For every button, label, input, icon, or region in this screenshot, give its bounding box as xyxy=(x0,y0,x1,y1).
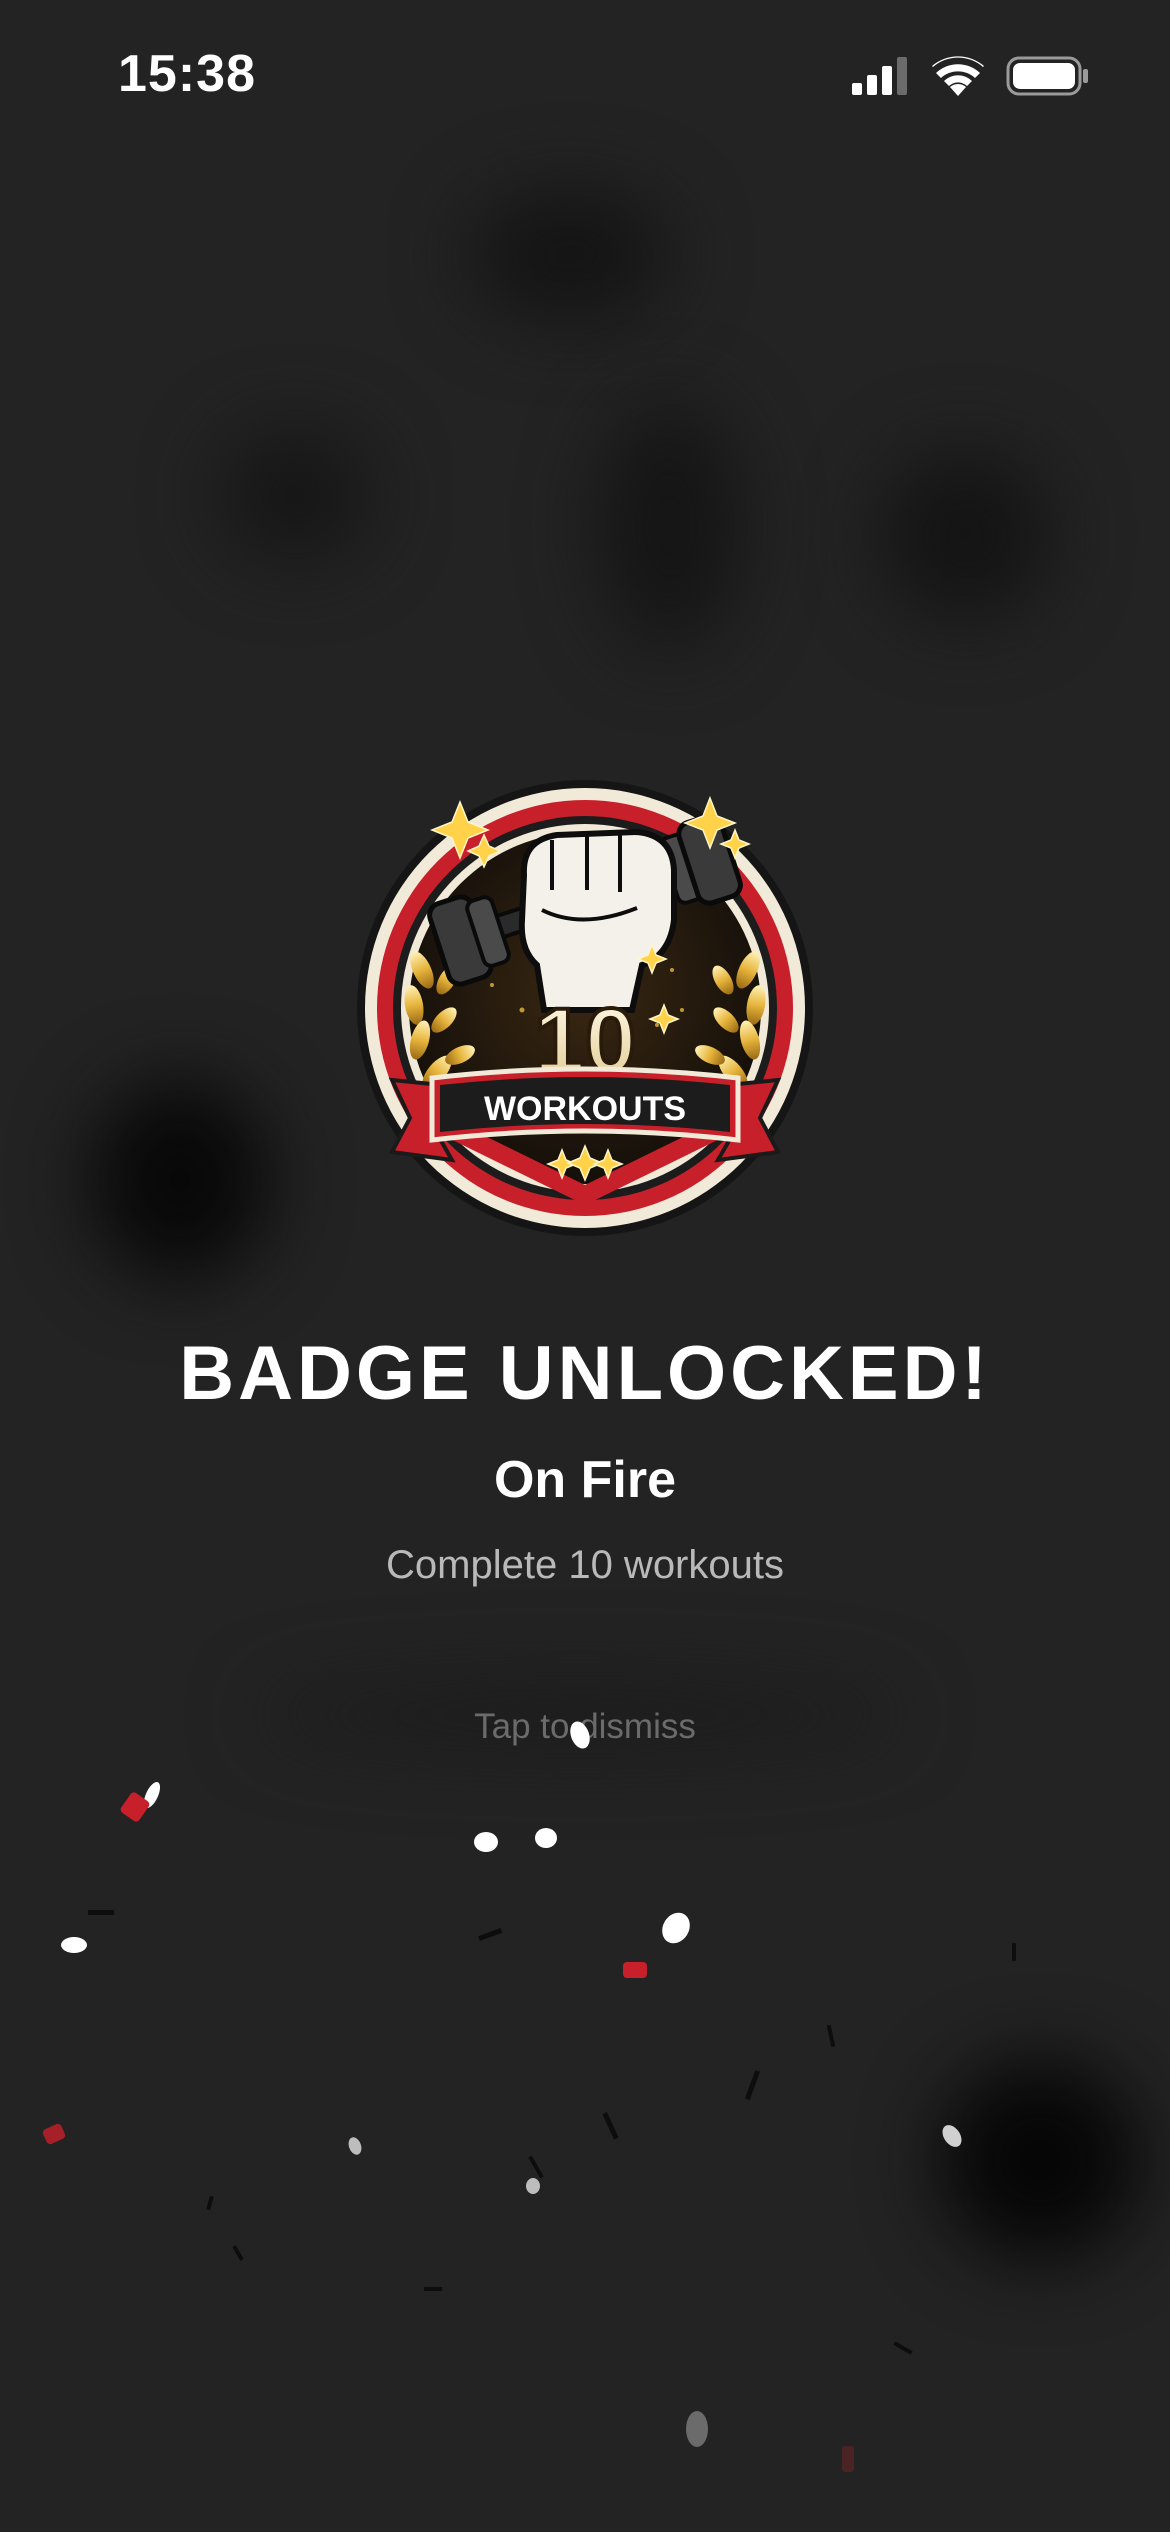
confetti-piece xyxy=(826,2024,836,2048)
confetti-piece xyxy=(474,1832,498,1852)
confetti-piece xyxy=(686,2411,708,2447)
status-icons xyxy=(852,54,1090,102)
confetti-piece xyxy=(1012,1943,1016,1961)
confetti-piece xyxy=(535,1828,557,1848)
background-blur xyxy=(940,2060,1140,2260)
confetti-piece xyxy=(528,2155,544,2179)
confetti-pieces xyxy=(42,1721,1016,2472)
cellular-signal-icon xyxy=(852,56,910,100)
background-blur xyxy=(880,450,1050,620)
confetti-piece xyxy=(143,1782,161,1808)
dumbbell-fist-badge-icon: 10 WORKOUTS xyxy=(357,780,813,1236)
confetti-piece xyxy=(526,2178,540,2194)
background-blur xyxy=(470,190,670,320)
confetti-piece xyxy=(42,2123,66,2145)
confetti-piece xyxy=(88,1910,114,1915)
badge-name: On Fire xyxy=(493,1451,677,1509)
status-time: 15:38 xyxy=(118,45,256,103)
confetti-piece xyxy=(206,2195,214,2211)
badge-unlocked-title: BADGE UNLOCKED! xyxy=(179,1331,991,1416)
confetti-piece xyxy=(348,2137,362,2155)
confetti-piece xyxy=(662,1912,690,1944)
confetti-piece xyxy=(893,2341,913,2355)
confetti-piece xyxy=(744,2070,760,2101)
status-bar: 15:38 xyxy=(0,0,1170,150)
background-blur xyxy=(600,400,740,650)
confetti-piece xyxy=(602,2112,619,2140)
background-blur xyxy=(220,430,370,560)
tap-to-dismiss-hint[interactable]: Tap to dismiss xyxy=(0,1707,1170,1747)
confetti-piece xyxy=(120,1792,150,1822)
svg-text:WORKOUTS: WORKOUTS xyxy=(484,1090,686,1128)
confetti-piece xyxy=(478,1928,503,1941)
wifi-icon xyxy=(932,55,984,101)
confetti-piece xyxy=(942,2125,962,2147)
badge-emblem: 10 WORKOUTS xyxy=(352,780,818,1246)
background-blur xyxy=(90,1080,270,1280)
confetti xyxy=(42,1721,1016,2472)
confetti-piece xyxy=(424,2287,442,2291)
confetti-piece xyxy=(61,1937,87,1953)
badge-description: Complete 10 workouts xyxy=(386,1543,784,1587)
confetti-piece xyxy=(842,2446,854,2472)
battery-icon xyxy=(1006,56,1090,101)
confetti-piece xyxy=(623,1962,647,1978)
confetti-piece xyxy=(232,2245,244,2261)
